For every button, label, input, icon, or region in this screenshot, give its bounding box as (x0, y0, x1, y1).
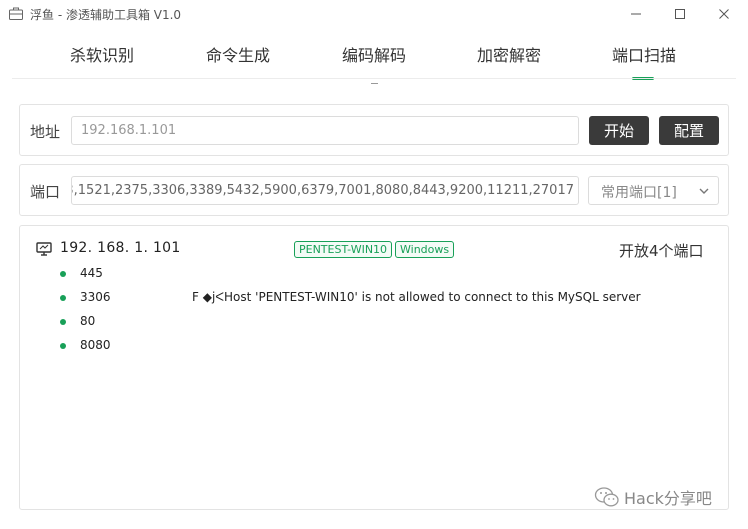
divider-mark (371, 83, 378, 84)
address-label: 地址 (30, 123, 61, 141)
address-input[interactable] (71, 116, 579, 145)
hostname-tag: PENTEST-WIN10 (294, 241, 393, 258)
port-banner: F ◆jᐸHost 'PENTEST-WIN10' is not allowed… (192, 290, 641, 304)
monitor-icon (36, 242, 52, 256)
watermark-text: Hack分享吧 (624, 489, 712, 508)
port-panel: 端口 433,1521,2375,3306,3389,5432,5900,637… (19, 164, 729, 216)
maximize-icon (675, 9, 685, 19)
tab-divider (12, 78, 736, 79)
host-ip: 192. 168. 1. 101 (60, 240, 181, 256)
window-title: 浮鱼 - 渗透辅助工具箱 V1.0 (30, 8, 182, 22)
port-preset-value: 常用端口[1] (601, 185, 677, 201)
status-dot (60, 319, 66, 325)
list-item: 8080 (60, 336, 700, 356)
list-item: 3306 F ◆jᐸHost 'PENTEST-WIN10' is not al… (60, 288, 700, 308)
port-label: 端口 (30, 183, 61, 201)
config-button[interactable]: 配置 (659, 116, 719, 145)
toolbox-icon (9, 7, 23, 20)
minimize-button[interactable] (614, 0, 658, 28)
port-input[interactable]: 433,1521,2375,3306,3389,5432,5900,6379,7… (71, 176, 579, 205)
port-input-value: 433,1521,2375,3306,3389,5432,5900,6379,7… (71, 183, 574, 198)
port-preset-select[interactable]: 常用端口[1] (588, 176, 719, 205)
address-panel: 地址 开始 配置 (19, 104, 729, 156)
status-dot (60, 343, 66, 349)
status-dot (60, 271, 66, 277)
title-bar: 浮鱼 - 渗透辅助工具箱 V1.0 (0, 0, 748, 28)
chevron-down-icon (699, 188, 709, 194)
maximize-button[interactable] (658, 0, 702, 28)
status-dot (60, 295, 66, 301)
tab-bar: 杀软识别 命令生成 编码解码 加密解密 端口扫描 (36, 32, 712, 80)
list-item: 80 (60, 312, 700, 332)
close-icon (719, 9, 729, 19)
list-item: 445 (60, 264, 700, 284)
minimize-icon (631, 13, 641, 15)
scan-result-panel: 192. 168. 1. 101 PENTEST-WIN10 Windows 开… (19, 225, 729, 510)
tab-encrypt-decrypt[interactable]: 加密解密 (477, 42, 541, 66)
port-number: 80 (80, 314, 96, 328)
tab-encode-decode[interactable]: 编码解码 (342, 42, 406, 66)
port-number: 445 (80, 266, 103, 280)
tab-port-scan[interactable]: 端口扫描 (612, 42, 676, 66)
start-button[interactable]: 开始 (589, 116, 649, 145)
watermark: Hack分享吧 (594, 485, 712, 509)
wechat-icon (594, 487, 619, 507)
tab-antivirus-detect[interactable]: 杀软识别 (70, 42, 134, 66)
open-port-count: 开放4个端口 (619, 242, 704, 260)
port-number: 8080 (80, 338, 111, 352)
os-tag: Windows (395, 241, 455, 258)
close-button[interactable] (702, 0, 746, 28)
port-number: 3306 (80, 290, 111, 304)
tab-command-generate[interactable]: 命令生成 (206, 42, 270, 66)
